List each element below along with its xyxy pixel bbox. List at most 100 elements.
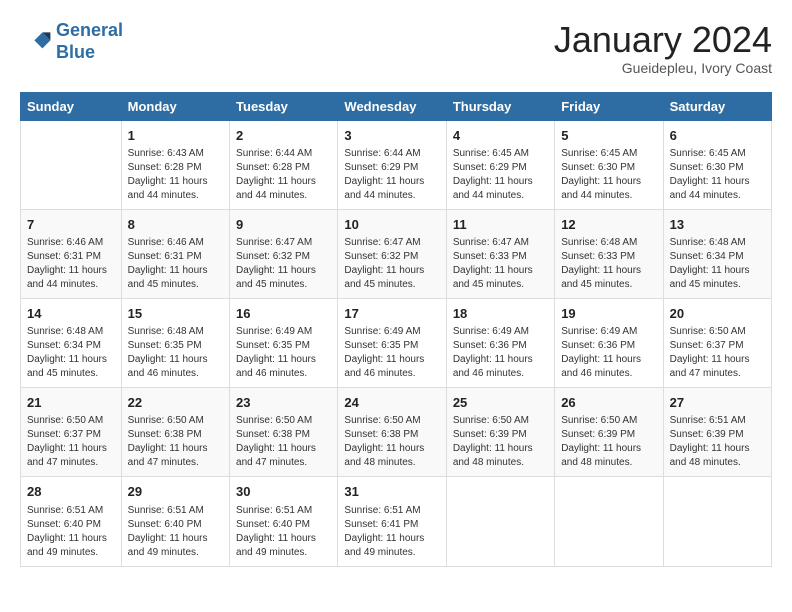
day-number: 13: [670, 216, 765, 234]
calendar-cell: 17 Sunrise: 6:49 AM Sunset: 6:35 PM Dayli…: [338, 298, 446, 387]
day-number: 11: [453, 216, 548, 234]
day-number: 26: [561, 394, 656, 412]
calendar-cell: 18 Sunrise: 6:49 AM Sunset: 6:36 PM Dayli…: [446, 298, 554, 387]
calendar-cell: 4 Sunrise: 6:45 AM Sunset: 6:29 PM Daylig…: [446, 120, 554, 209]
day-info: Sunrise: 6:43 AM Sunset: 6:28 PM Dayligh…: [128, 147, 223, 203]
calendar-cell: 22 Sunrise: 6:50 AM Sunset: 6:38 PM Dayli…: [121, 388, 229, 477]
day-number: 3: [344, 127, 439, 145]
day-info: Sunrise: 6:50 AM Sunset: 6:39 PM Dayligh…: [561, 414, 656, 470]
calendar-header-row: SundayMondayTuesdayWednesdayThursdayFrid…: [21, 92, 772, 120]
day-info: Sunrise: 6:45 AM Sunset: 6:29 PM Dayligh…: [453, 147, 548, 203]
day-number: 21: [27, 394, 115, 412]
day-number: 6: [670, 127, 765, 145]
day-info: Sunrise: 6:48 AM Sunset: 6:33 PM Dayligh…: [561, 236, 656, 292]
day-number: 25: [453, 394, 548, 412]
calendar-cell: 9Sunrise: 6:47 AM Sunset: 6:32 PM Daylig…: [230, 209, 338, 298]
logo-text: General Blue: [56, 20, 123, 63]
calendar-cell: 21 Sunrise: 6:50 AM Sunset: 6:37 PM Dayli…: [21, 388, 122, 477]
day-number: 17: [344, 305, 439, 323]
day-info: Sunrise: 6:45 AM Sunset: 6:30 PM Dayligh…: [670, 147, 765, 203]
day-number: 5: [561, 127, 656, 145]
month-title: January 2024: [554, 20, 772, 60]
day-info: Sunrise: 6:44 AM Sunset: 6:29 PM Dayligh…: [344, 147, 439, 203]
calendar-cell: 3 Sunrise: 6:44 AM Sunset: 6:29 PM Daylig…: [338, 120, 446, 209]
day-number: 12: [561, 216, 656, 234]
day-info: Sunrise: 6:49 AM Sunset: 6:35 PM Dayligh…: [344, 325, 439, 381]
day-info: Sunrise: 6:50 AM Sunset: 6:38 PM Dayligh…: [236, 414, 331, 470]
header-col-friday: Friday: [555, 92, 663, 120]
day-info: Sunrise: 6:48 AM Sunset: 6:35 PM Dayligh…: [128, 325, 223, 381]
day-info: Sunrise: 6:46 AM Sunset: 6:31 PM Dayligh…: [128, 236, 223, 292]
calendar-cell: 25 Sunrise: 6:50 AM Sunset: 6:39 PM Dayli…: [446, 388, 554, 477]
day-number: 16: [236, 305, 331, 323]
calendar-cell: 24Sunrise: 6:50 AM Sunset: 6:38 PM Dayli…: [338, 388, 446, 477]
calendar-cell: 12 Sunrise: 6:48 AM Sunset: 6:33 PM Dayli…: [555, 209, 663, 298]
calendar-cell: 5 Sunrise: 6:45 AM Sunset: 6:30 PM Daylig…: [555, 120, 663, 209]
calendar-cell: 1 Sunrise: 6:43 AM Sunset: 6:28 PM Daylig…: [121, 120, 229, 209]
header-col-monday: Monday: [121, 92, 229, 120]
day-number: 27: [670, 394, 765, 412]
day-info: Sunrise: 6:50 AM Sunset: 6:38 PM Dayligh…: [128, 414, 223, 470]
day-number: 31: [344, 483, 439, 501]
day-info: Sunrise: 6:49 AM Sunset: 6:36 PM Dayligh…: [453, 325, 548, 381]
day-number: 23: [236, 394, 331, 412]
week-row-4: 21 Sunrise: 6:50 AM Sunset: 6:37 PM Dayli…: [21, 388, 772, 477]
week-row-1: 1 Sunrise: 6:43 AM Sunset: 6:28 PM Daylig…: [21, 120, 772, 209]
day-info: Sunrise: 6:51 AM Sunset: 6:40 PM Dayligh…: [27, 504, 115, 560]
title-block: January 2024 Gueidepleu, Ivory Coast: [554, 20, 772, 76]
header-col-wednesday: Wednesday: [338, 92, 446, 120]
header-col-sunday: Sunday: [21, 92, 122, 120]
day-number: 7: [27, 216, 115, 234]
day-info: Sunrise: 6:50 AM Sunset: 6:37 PM Dayligh…: [27, 414, 115, 470]
day-number: 30: [236, 483, 331, 501]
day-number: 18: [453, 305, 548, 323]
day-number: 4: [453, 127, 548, 145]
logo: General Blue: [20, 20, 123, 63]
day-number: 15: [128, 305, 223, 323]
day-info: Sunrise: 6:45 AM Sunset: 6:30 PM Dayligh…: [561, 147, 656, 203]
day-info: Sunrise: 6:50 AM Sunset: 6:38 PM Dayligh…: [344, 414, 439, 470]
day-info: Sunrise: 6:49 AM Sunset: 6:35 PM Dayligh…: [236, 325, 331, 381]
day-number: 8: [128, 216, 223, 234]
calendar-cell: 13 Sunrise: 6:48 AM Sunset: 6:34 PM Dayli…: [663, 209, 771, 298]
day-info: Sunrise: 6:48 AM Sunset: 6:34 PM Dayligh…: [670, 236, 765, 292]
week-row-3: 14Sunrise: 6:48 AM Sunset: 6:34 PM Dayli…: [21, 298, 772, 387]
day-number: 9: [236, 216, 331, 234]
day-info: Sunrise: 6:50 AM Sunset: 6:37 PM Dayligh…: [670, 325, 765, 381]
day-info: Sunrise: 6:47 AM Sunset: 6:32 PM Dayligh…: [344, 236, 439, 292]
day-number: 19: [561, 305, 656, 323]
calendar-table: SundayMondayTuesdayWednesdayThursdayFrid…: [20, 92, 772, 567]
day-info: Sunrise: 6:51 AM Sunset: 6:40 PM Dayligh…: [128, 504, 223, 560]
day-number: 1: [128, 127, 223, 145]
header-col-thursday: Thursday: [446, 92, 554, 120]
calendar-cell: 14Sunrise: 6:48 AM Sunset: 6:34 PM Dayli…: [21, 298, 122, 387]
day-info: Sunrise: 6:51 AM Sunset: 6:41 PM Dayligh…: [344, 504, 439, 560]
calendar-cell: 6 Sunrise: 6:45 AM Sunset: 6:30 PM Daylig…: [663, 120, 771, 209]
day-info: Sunrise: 6:48 AM Sunset: 6:34 PM Dayligh…: [27, 325, 115, 381]
day-info: Sunrise: 6:46 AM Sunset: 6:31 PM Dayligh…: [27, 236, 115, 292]
calendar-cell: 8 Sunrise: 6:46 AM Sunset: 6:31 PM Daylig…: [121, 209, 229, 298]
day-info: Sunrise: 6:50 AM Sunset: 6:39 PM Dayligh…: [453, 414, 548, 470]
day-number: 2: [236, 127, 331, 145]
day-info: Sunrise: 6:51 AM Sunset: 6:40 PM Dayligh…: [236, 504, 331, 560]
week-row-2: 7 Sunrise: 6:46 AM Sunset: 6:31 PM Daylig…: [21, 209, 772, 298]
day-number: 22: [128, 394, 223, 412]
calendar-cell: [21, 120, 122, 209]
calendar-cell: 16 Sunrise: 6:49 AM Sunset: 6:35 PM Dayli…: [230, 298, 338, 387]
calendar-cell: 15 Sunrise: 6:48 AM Sunset: 6:35 PM Dayli…: [121, 298, 229, 387]
calendar-cell: 7 Sunrise: 6:46 AM Sunset: 6:31 PM Daylig…: [21, 209, 122, 298]
calendar-cell: [663, 477, 771, 566]
day-info: Sunrise: 6:47 AM Sunset: 6:33 PM Dayligh…: [453, 236, 548, 292]
calendar-cell: [555, 477, 663, 566]
day-number: 20: [670, 305, 765, 323]
day-number: 29: [128, 483, 223, 501]
logo-icon: [20, 26, 52, 58]
day-info: Sunrise: 6:44 AM Sunset: 6:28 PM Dayligh…: [236, 147, 331, 203]
calendar-cell: 11 Sunrise: 6:47 AM Sunset: 6:33 PM Dayli…: [446, 209, 554, 298]
page-header: General Blue January 2024 Gueidepleu, Iv…: [20, 20, 772, 76]
day-number: 28: [27, 483, 115, 501]
calendar-cell: 23 Sunrise: 6:50 AM Sunset: 6:38 PM Dayli…: [230, 388, 338, 477]
header-col-tuesday: Tuesday: [230, 92, 338, 120]
calendar-cell: 26 Sunrise: 6:50 AM Sunset: 6:39 PM Dayli…: [555, 388, 663, 477]
header-col-saturday: Saturday: [663, 92, 771, 120]
